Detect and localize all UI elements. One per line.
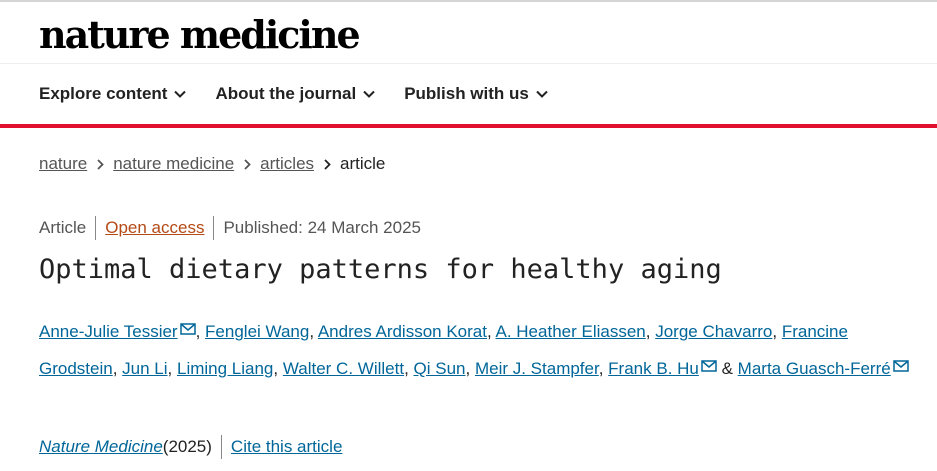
author-separator: , [772,322,782,341]
meta-divider [95,216,97,240]
author-separator: , [195,322,206,341]
top-border [0,0,937,2]
breadcrumb: nature nature medicine articles article [39,151,385,177]
article-type: Article [39,218,87,237]
author-link[interactable]: Qi Sun [414,359,466,378]
author-link[interactable]: Marta Guasch-Ferré [738,359,891,378]
breadcrumb-current: article [340,154,386,173]
author-link[interactable]: Jorge Chavarro [655,322,772,341]
chevron-down-icon [174,90,187,98]
author-link[interactable]: Fenglei Wang [205,322,309,341]
published-date: Published: 24 March 2025 [223,218,421,237]
author-link[interactable]: Frank B. Hu [608,359,699,378]
author-link[interactable]: Meir J. Stampfer [475,359,599,378]
author-separator: , [404,359,414,378]
author-separator: , [645,322,656,341]
breadcrumb-nature[interactable]: nature [39,151,87,177]
nav-about-the-journal[interactable]: About the journal [215,80,375,108]
citation-divider [220,435,222,459]
main-nav: Explore content About the journal Publis… [39,80,548,108]
article-title: Optimal dietary patterns for healthy agi… [39,254,722,285]
meta-divider [213,216,215,240]
author-link[interactable]: Liming Liang [177,359,273,378]
author-list: Anne-Julie Tessier, Fenglei Wang, Andres… [39,312,909,386]
publication-year: (2025) [162,437,212,456]
chevron-down-icon [536,90,548,98]
author-link[interactable]: Anne-Julie Tessier [39,322,178,341]
chevron-down-icon [363,90,375,98]
author-separator: , [486,322,496,341]
journal-name-link[interactable]: Nature Medicine [39,434,163,460]
mail-icon[interactable] [179,312,196,347]
author-separator: , [112,359,123,378]
header-divider [0,63,937,64]
brand-accent-bar [0,124,937,128]
cite-this-article-link[interactable]: Cite this article [231,434,342,460]
chevron-right-icon [97,158,104,170]
journal-logo[interactable]: nature medicine [39,12,361,58]
author-link[interactable]: A. Heather Eliassen [496,322,646,341]
article-meta: Article Open access Published: 24 March … [39,215,421,241]
nav-explore-content[interactable]: Explore content [39,80,187,108]
nav-label: Explore content [39,84,168,103]
chevron-right-icon [324,158,331,170]
mail-icon[interactable] [701,349,717,384]
author-separator: , [598,359,609,378]
author-separator: , [273,359,283,378]
nav-publish-with-us[interactable]: Publish with us [404,80,548,108]
author-separator: , [465,359,475,378]
author-separator: & [716,359,738,378]
author-link[interactable]: Andres Ardisson Korat [318,322,487,341]
nav-label: Publish with us [404,84,529,103]
author-link[interactable]: Jun Li [122,359,167,378]
open-access-link[interactable]: Open access [105,215,204,241]
breadcrumb-articles[interactable]: articles [260,151,314,177]
mail-icon[interactable] [892,349,909,384]
chevron-right-icon [244,158,251,170]
breadcrumb-nature-medicine[interactable]: nature medicine [113,151,234,177]
author-separator: , [167,359,177,378]
author-separator: , [309,322,318,341]
author-link[interactable]: Walter C. Willett [283,359,404,378]
nav-label: About the journal [215,84,357,103]
citation-line: Nature Medicine (2025) Cite this article [39,434,342,460]
